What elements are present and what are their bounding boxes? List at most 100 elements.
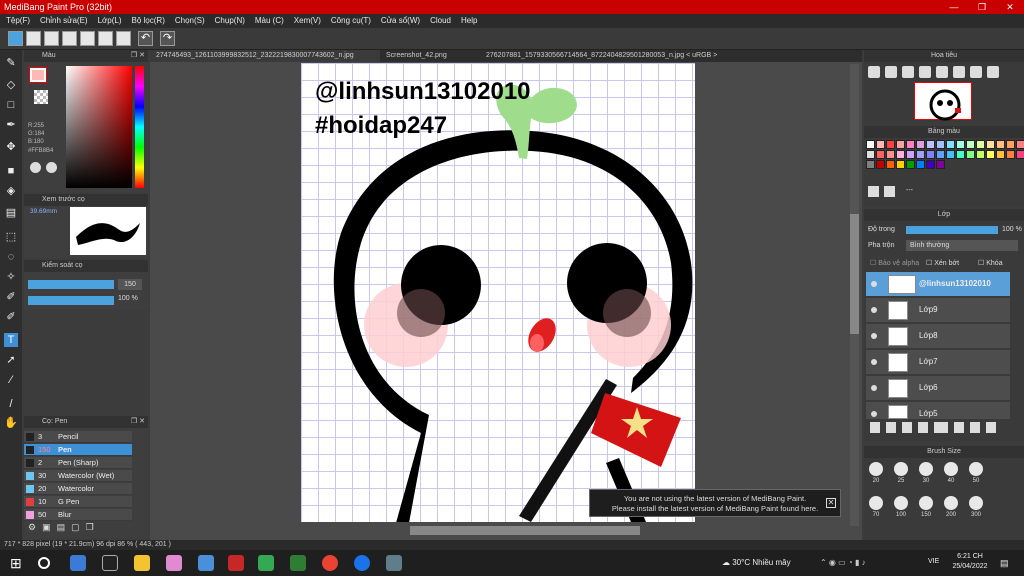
- panel-icon[interactable]: [62, 31, 77, 46]
- palette-swatch[interactable]: [866, 160, 875, 169]
- list-icon[interactable]: [80, 31, 95, 46]
- visibility-icon[interactable]: [871, 411, 877, 417]
- menu-edit[interactable]: Chỉnh sửa(E): [40, 14, 88, 28]
- brush-size-option[interactable]: 300: [964, 496, 988, 526]
- blend-mode-select[interactable]: Bình thường: [906, 240, 1018, 251]
- layer-row[interactable]: Lớp7: [866, 350, 1010, 375]
- palette-swatch[interactable]: [916, 160, 925, 169]
- palette-swatch[interactable]: [886, 160, 895, 169]
- palette-swatch[interactable]: [986, 150, 995, 159]
- minimize-button[interactable]: —: [940, 0, 968, 14]
- medibang-icon[interactable]: [228, 555, 244, 571]
- zoom-out-icon[interactable]: [885, 66, 897, 78]
- palette-swatch[interactable]: [976, 150, 985, 159]
- duplicate-brush-icon[interactable]: ❐: [86, 522, 94, 534]
- app-green-icon[interactable]: [258, 555, 274, 571]
- zoom-in-icon[interactable]: [868, 66, 880, 78]
- palette-swatch[interactable]: [1006, 140, 1015, 149]
- palette-swatch[interactable]: [906, 140, 915, 149]
- brush-size-option[interactable]: 100: [889, 496, 913, 526]
- operation-tool-icon[interactable]: ➚: [4, 353, 18, 367]
- gradient-tool-icon[interactable]: ▤: [4, 206, 18, 220]
- add-brush-icon[interactable]: ▤: [57, 522, 66, 534]
- menu-color[interactable]: Màu (C): [255, 14, 284, 28]
- layer-row-selected[interactable]: @linhsun13102010: [866, 272, 1010, 297]
- brush-item-selected[interactable]: 150 Pen: [24, 444, 132, 456]
- hue-slider[interactable]: [135, 66, 144, 188]
- palette-swatch[interactable]: [926, 160, 935, 169]
- brush-size-option[interactable]: 50: [964, 462, 988, 492]
- palette-swatch[interactable]: [866, 150, 875, 159]
- rect-tool-icon[interactable]: □: [4, 98, 18, 112]
- brush-size-slider[interactable]: [28, 280, 114, 289]
- material-icon[interactable]: [116, 31, 131, 46]
- select-tool-icon[interactable]: ⬚: [4, 230, 18, 244]
- duplicate-layer-icon[interactable]: [954, 422, 964, 433]
- palette-icon[interactable]: [30, 162, 41, 173]
- brush-item[interactable]: 3 Pencil: [24, 431, 132, 443]
- upload-icon[interactable]: [26, 31, 41, 46]
- menu-window[interactable]: Cửa sổ(W): [381, 14, 420, 28]
- start-icon[interactable]: ⊞: [10, 555, 26, 571]
- maximize-button[interactable]: ❐: [968, 0, 996, 14]
- pen-tool-icon[interactable]: ✒: [4, 118, 18, 132]
- layer-row[interactable]: Lớp9: [866, 298, 1010, 323]
- layer-row[interactable]: Lớp5: [866, 402, 1010, 420]
- palette-swatch[interactable]: [966, 150, 975, 159]
- palette-swatch[interactable]: [896, 140, 905, 149]
- palette-swatch[interactable]: [886, 150, 895, 159]
- palette-swatch[interactable]: [1006, 150, 1015, 159]
- document-tab[interactable]: Screenshot_42.png: [380, 50, 480, 62]
- brush-settings-icon[interactable]: ⚙: [28, 522, 36, 534]
- lasso-tool-icon[interactable]: ◌: [4, 250, 18, 264]
- visibility-icon[interactable]: [871, 385, 877, 391]
- select-eraser-icon[interactable]: ✐: [4, 310, 18, 324]
- layer-row[interactable]: Lớp6: [866, 376, 1010, 401]
- horizontal-scrollbar[interactable]: [410, 526, 640, 535]
- palette-swatch[interactable]: [876, 140, 885, 149]
- document-tab-active[interactable]: 276207881_1579330566714564_8722404829501…: [480, 50, 730, 62]
- tray-icons[interactable]: ⌃ ◉ ▭ ◔ ▮ ♪: [820, 558, 866, 567]
- foreground-color-swatch[interactable]: [29, 67, 47, 83]
- eraser-tool-icon[interactable]: ◇: [4, 78, 18, 92]
- palette-swatch[interactable]: [906, 160, 915, 169]
- brush-size-option[interactable]: 70: [864, 496, 888, 526]
- palette-swatch[interactable]: [976, 140, 985, 149]
- palette-swatch[interactable]: [996, 140, 1005, 149]
- menu-tools[interactable]: Công cụ(T): [331, 14, 371, 28]
- merge-layer-icon[interactable]: [970, 422, 980, 433]
- game-icon[interactable]: [166, 555, 182, 571]
- clock[interactable]: 6:21 CH 25/04/2022: [950, 552, 990, 572]
- background-color-swatch[interactable]: [34, 90, 48, 104]
- visibility-icon[interactable]: [871, 281, 877, 287]
- brush-item[interactable]: 10 G Pen: [24, 496, 132, 508]
- camera-icon[interactable]: [198, 555, 214, 571]
- palette-swatch[interactable]: [936, 150, 945, 159]
- palette-swatch[interactable]: [956, 140, 965, 149]
- rotate-left-icon[interactable]: [953, 66, 965, 78]
- add-8bit-layer-icon[interactable]: [902, 422, 912, 433]
- layer-row[interactable]: Lớp8: [866, 324, 1010, 349]
- navigator-thumbnail[interactable]: [914, 82, 972, 121]
- palette-swatch[interactable]: [946, 140, 955, 149]
- folder-icon[interactable]: ▣: [42, 522, 51, 534]
- close-button[interactable]: ✕: [996, 0, 1024, 14]
- menu-layer[interactable]: Lớp(L): [98, 14, 122, 28]
- app-icon[interactable]: [70, 555, 86, 571]
- panel-controls-icon[interactable]: ❐ ✕: [131, 416, 145, 428]
- actual-size-icon[interactable]: [936, 66, 948, 78]
- menu-filter[interactable]: Bộ lọc(R): [132, 14, 165, 28]
- brush-tool-icon[interactable]: ✎: [4, 56, 18, 70]
- close-notification-icon[interactable]: ✕: [826, 498, 836, 508]
- chrome-icon[interactable]: [322, 555, 338, 571]
- calculator-icon[interactable]: [386, 555, 402, 571]
- coccoc-icon[interactable]: [290, 555, 306, 571]
- magic-wand-icon[interactable]: ✧: [4, 270, 18, 284]
- layer-opacity-slider[interactable]: [906, 226, 998, 234]
- bucket-tool-icon[interactable]: ◈: [4, 184, 18, 198]
- chrome-profile-icon[interactable]: [354, 555, 370, 571]
- brush-opacity-value[interactable]: 100 %: [118, 295, 138, 302]
- palette-swatch[interactable]: [906, 150, 915, 159]
- brush-size-option[interactable]: 200: [939, 496, 963, 526]
- menu-snap[interactable]: Chụp(N): [215, 14, 245, 28]
